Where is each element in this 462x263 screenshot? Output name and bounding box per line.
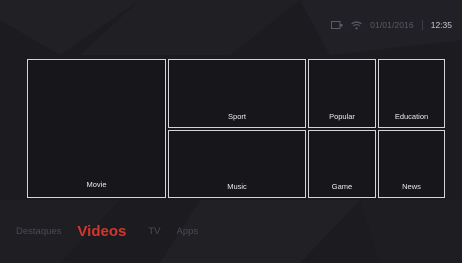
status-time: 12:35 — [430, 20, 452, 30]
tv-home-screen: 01/01/2016 12:35 Movie Sport Popular Edu… — [0, 0, 462, 263]
status-divider — [421, 20, 423, 30]
tile-game-label: Game — [331, 182, 353, 191]
tile-sport-label: Sport — [228, 112, 246, 121]
wifi-icon — [351, 20, 363, 30]
tile-movie-label: Movie — [86, 180, 107, 189]
tile-news-label: News — [402, 182, 421, 191]
nav-item-apps[interactable]: Apps — [176, 226, 198, 237]
status-bar: 01/01/2016 12:35 — [331, 15, 452, 35]
nav-item-destaques[interactable]: Destaques — [16, 226, 61, 237]
tile-sport[interactable]: Sport — [168, 59, 306, 128]
tile-music-label: Music — [227, 182, 247, 191]
tile-education-label: Education — [394, 112, 429, 121]
nav-item-tv[interactable]: TV — [148, 226, 160, 237]
tile-education[interactable]: Education — [378, 59, 445, 128]
tile-movie[interactable]: Movie — [27, 59, 166, 198]
status-date: 01/01/2016 — [370, 20, 414, 30]
nav-item-videos[interactable]: Videos — [77, 223, 126, 240]
tile-game[interactable]: Game — [308, 130, 376, 198]
tile-music[interactable]: Music — [168, 130, 306, 198]
tile-popular-label: Popular — [329, 112, 355, 121]
tile-popular[interactable]: Popular — [308, 59, 376, 128]
input-source-icon — [331, 20, 343, 30]
tile-news[interactable]: News — [378, 130, 445, 198]
bottom-nav: Destaques Videos TV Apps — [16, 216, 214, 246]
